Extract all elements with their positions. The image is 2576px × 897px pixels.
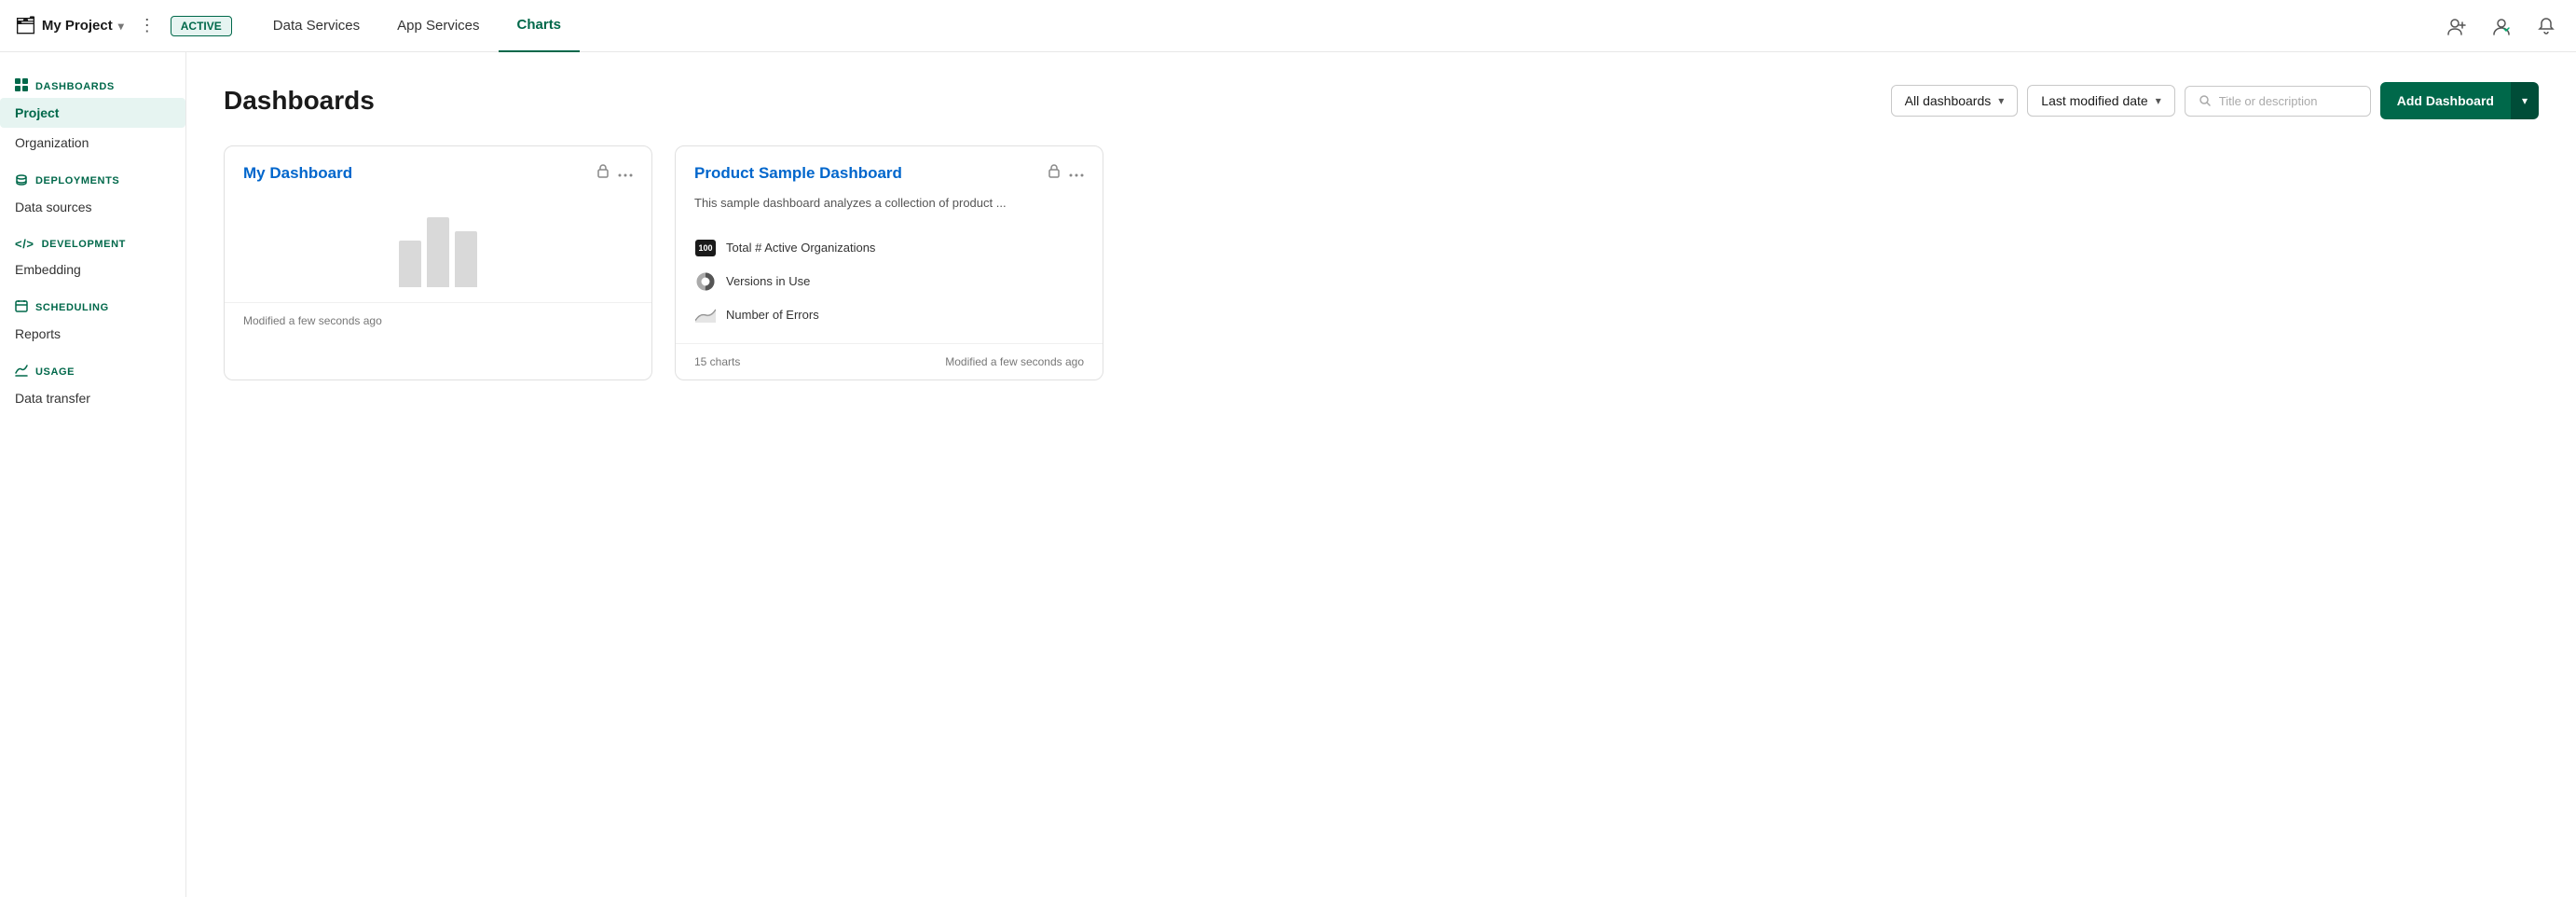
chart-placeholder [225,190,651,302]
development-section-icon: </> [15,237,34,251]
bell-icon[interactable] [2531,11,2561,41]
nav-app-services[interactable]: App Services [378,0,498,52]
dashboard-card-product[interactable]: Product Sample Dashboard [675,145,1103,380]
sidebar-section-title-deployments: DEPLOYMENTS [0,165,185,192]
lock-icon-my [596,163,610,183]
sidebar-section-development: </> DEVELOPMENT Embedding [0,229,185,284]
search-placeholder: Title or description [2219,94,2318,108]
add-dashboard-button[interactable]: Add Dashboard [2380,82,2511,119]
card-header-product: Product Sample Dashboard [676,146,1103,190]
user-invite-icon[interactable] [2442,11,2472,41]
metric-label-active-orgs: Total # Active Organizations [726,241,875,255]
sidebar-item-embedding[interactable]: Embedding [0,255,185,284]
chart-bar [427,217,449,287]
nav-data-services[interactable]: Data Services [254,0,378,52]
sidebar: DASHBOARDS Project Organization DEPLOYME… [0,52,186,897]
metric-item-versions: Versions in Use [694,265,1084,298]
card-modified-product: Modified a few seconds ago [945,355,1084,368]
card-description-product: This sample dashboard analyzes a collect… [676,190,1103,224]
card-footer-my: Modified a few seconds ago [225,302,651,338]
sort-filter[interactable]: Last modified date ▾ [2027,85,2174,117]
sidebar-section-title-scheduling: SCHEDULING [0,292,185,319]
dashboards-grid: My Dashboard [224,145,2539,380]
project-name: My Project [42,18,113,34]
sidebar-item-reports[interactable]: Reports [0,319,185,349]
chart-bar [455,231,477,287]
sidebar-item-organization[interactable]: Organization [0,128,185,158]
card-footer-product: 15 charts Modified a few seconds ago [676,343,1103,380]
sidebar-section-title-usage: USAGE [0,356,185,383]
sidebar-item-project[interactable]: Project [0,98,185,128]
sidebar-section-usage: USAGE Data transfer [0,356,185,413]
all-dashboards-label: All dashboards [1905,93,1992,108]
add-dashboard-wrapper: Add Dashboard ▾ [2380,82,2539,119]
page-header: Dashboards All dashboards ▾ Last modifie… [224,82,2539,119]
dashboard-card-my[interactable]: My Dashboard [224,145,652,380]
card-charts-count-product: 15 charts [694,355,740,368]
all-dashboards-chevron: ▾ [1998,94,2004,107]
metric-icon-area [694,304,717,326]
metric-item-active-orgs: 100 Total # Active Organizations [694,231,1084,265]
sidebar-section-title-development: </> DEVELOPMENT [0,229,185,255]
active-badge: ACTIVE [171,16,232,36]
usage-section-icon [15,364,28,380]
card-title-product[interactable]: Product Sample Dashboard [694,164,1047,183]
metric-label-errors: Number of Errors [726,308,819,322]
card-menu-my[interactable] [618,165,633,182]
project-selector[interactable]: 🗂 My Project ▾ [15,16,124,35]
search-box[interactable]: Title or description [2185,86,2371,117]
metric-icon-donut [694,270,717,293]
filter-bar: All dashboards ▾ Last modified date ▾ Ti… [1891,82,2539,119]
sidebar-item-data-sources[interactable]: Data sources [0,192,185,222]
all-dashboards-filter[interactable]: All dashboards ▾ [1891,85,2019,117]
folder-icon: 🗂 [15,16,36,35]
page-title: Dashboards [224,86,1876,116]
user-icon[interactable] [2487,11,2516,41]
chevron-down-icon: ▾ [118,20,124,33]
sidebar-section-scheduling: SCHEDULING Reports [0,292,185,349]
chart-bar [399,241,421,287]
card-modified-my: Modified a few seconds ago [243,314,382,327]
add-dashboard-caret-button[interactable]: ▾ [2511,82,2539,119]
sidebar-item-data-transfer[interactable]: Data transfer [0,383,185,413]
nav-icons [2442,11,2561,41]
nav-links: Data Services App Services Charts [254,0,580,52]
top-nav: 🗂 My Project ▾ ⋮ ACTIVE Data Services Ap… [0,0,2576,52]
nav-charts[interactable]: Charts [499,0,581,52]
card-header-my: My Dashboard [225,146,651,190]
metric-item-errors: Number of Errors [694,298,1084,332]
main-content: Dashboards All dashboards ▾ Last modifie… [186,52,2576,897]
metric-label-versions: Versions in Use [726,274,810,288]
scheduling-section-icon [15,299,28,315]
app-body: DASHBOARDS Project Organization DEPLOYME… [0,52,2576,897]
deployments-section-icon [15,172,28,188]
more-options-button[interactable]: ⋮ [131,12,163,39]
card-metrics-product: 100 Total # Active Organizations Version [676,224,1103,343]
lock-icon-product [1047,163,1062,183]
card-menu-product[interactable] [1069,165,1084,182]
sort-chevron: ▾ [2156,94,2161,107]
sidebar-section-deployments: DEPLOYMENTS Data sources [0,165,185,222]
sort-label: Last modified date [2041,93,2147,108]
sidebar-section-dashboards: DASHBOARDS Project Organization [0,71,185,158]
dashboards-section-icon [15,78,28,94]
metric-icon-100: 100 [694,237,717,259]
sidebar-section-title-dashboards: DASHBOARDS [0,71,185,98]
card-title-my[interactable]: My Dashboard [243,164,596,183]
